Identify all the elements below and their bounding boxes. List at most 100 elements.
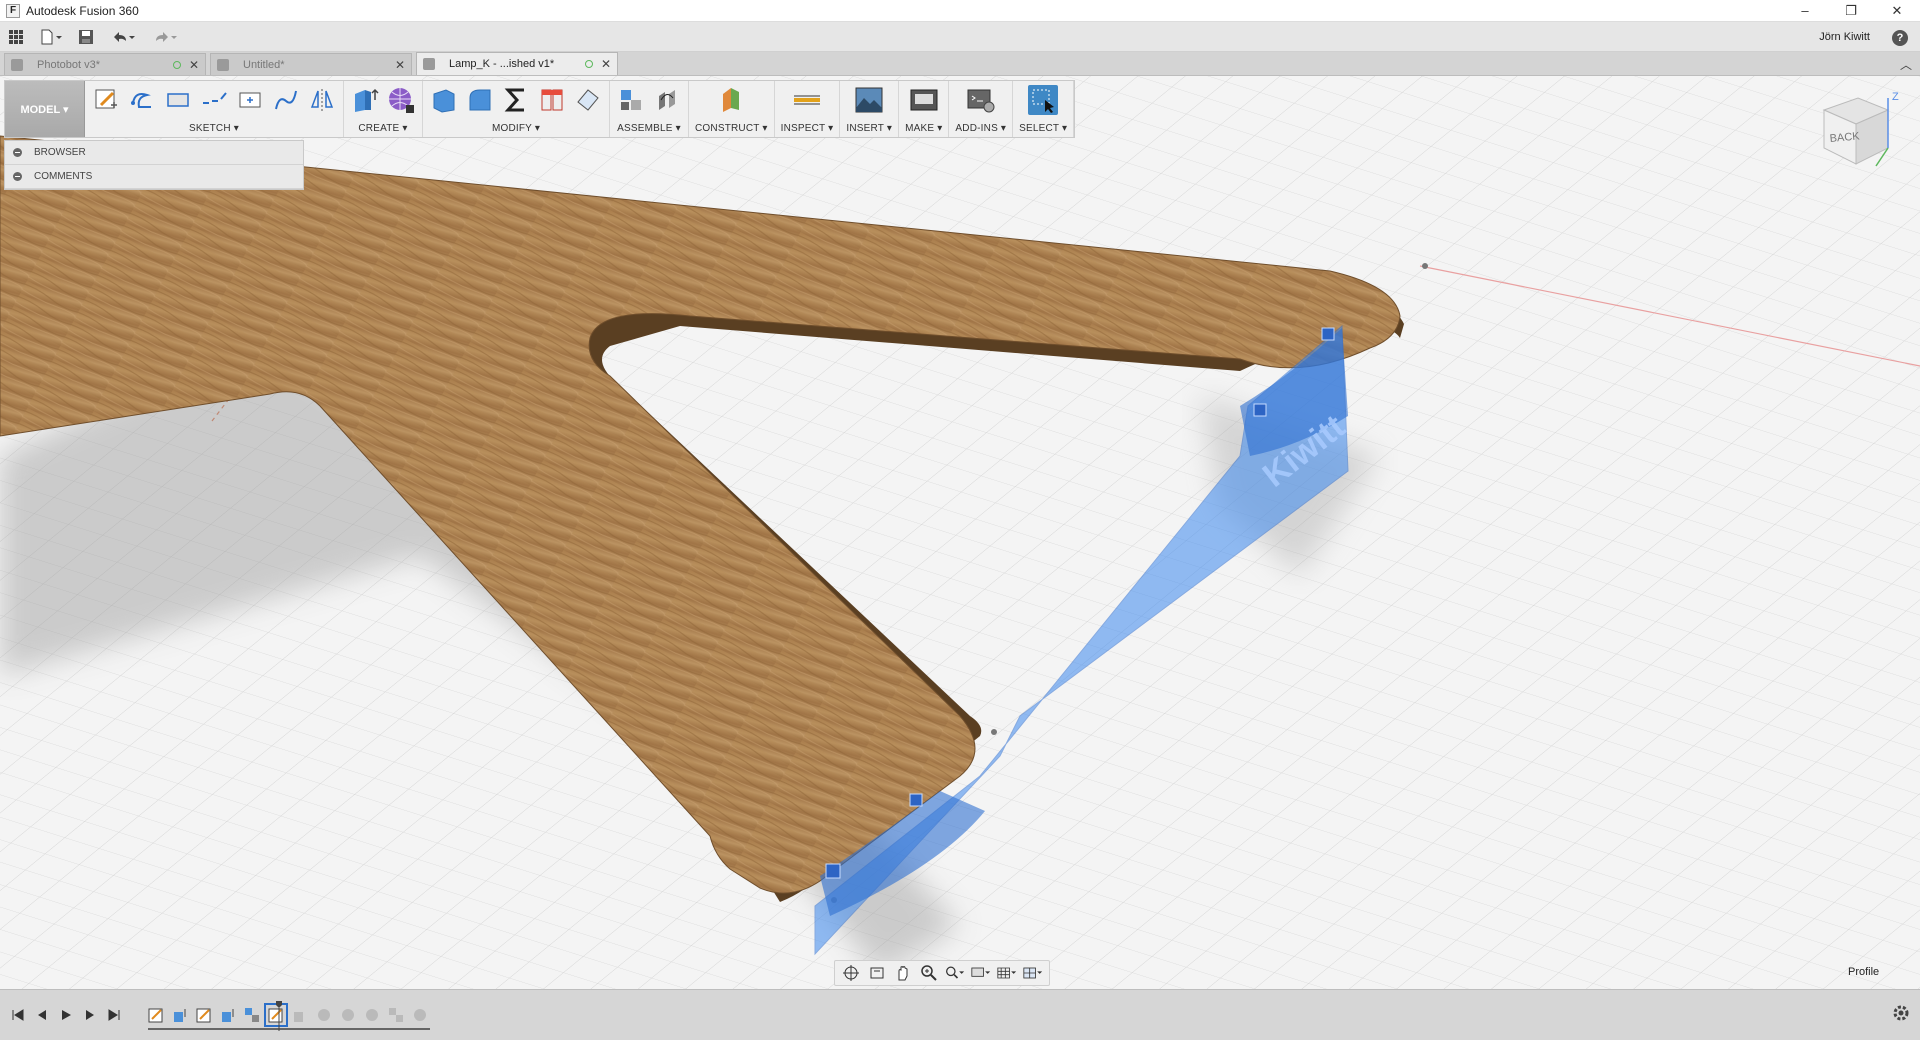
user-account-menu[interactable]: Jörn Kiwitt xyxy=(1809,31,1880,43)
modify-menu[interactable]: MODIFY ▾ xyxy=(492,123,540,134)
quick-access-toolbar: Jörn Kiwitt ? xyxy=(0,22,1920,52)
view-cube[interactable]: BACK Z xyxy=(1810,90,1910,190)
spline-icon[interactable] xyxy=(271,85,301,115)
timeline-suppressed-icon[interactable] xyxy=(362,1005,382,1025)
redo-icon xyxy=(156,31,177,42)
sketch-create-icon[interactable] xyxy=(91,85,121,115)
timeline-suppressed-icon[interactable] xyxy=(314,1005,334,1025)
parameters-icon[interactable] xyxy=(501,85,531,115)
inspect-menu[interactable]: INSPECT ▾ xyxy=(781,123,834,134)
mirror-icon[interactable] xyxy=(307,85,337,115)
insert-menu[interactable]: INSERT ▾ xyxy=(846,123,892,134)
handle-point[interactable] xyxy=(825,863,841,879)
timeline-suppressed-icon[interactable] xyxy=(386,1005,406,1025)
timeline-bar xyxy=(0,989,1920,1040)
rectangle-icon[interactable] xyxy=(163,85,193,115)
grid-settings-icon[interactable] xyxy=(997,963,1017,983)
help-button[interactable]: ? xyxy=(1880,28,1920,46)
doc-tab-lamp[interactable]: Lamp_K - ...ished v1* ✕ xyxy=(416,52,618,75)
handle-point[interactable] xyxy=(909,793,923,807)
orbit-icon[interactable] xyxy=(841,963,861,983)
collapse-ribbon-icon[interactable]: ︿ xyxy=(1900,56,1912,73)
look-at-icon[interactable] xyxy=(867,963,887,983)
scripts-icon[interactable] xyxy=(966,85,996,115)
addins-group: ADD-INS ▾ xyxy=(949,81,1014,137)
timeline-joint-icon[interactable] xyxy=(242,1005,262,1025)
create-menu[interactable]: CREATE ▾ xyxy=(358,123,407,134)
line-icon[interactable] xyxy=(199,85,229,115)
select-menu[interactable]: SELECT ▾ xyxy=(1019,123,1067,134)
close-tab-icon[interactable]: ✕ xyxy=(601,57,611,71)
new-component-icon[interactable] xyxy=(616,85,646,115)
close-window-button[interactable]: ✕ xyxy=(1874,0,1920,22)
canvas-viewport[interactable]: Kiwitt xyxy=(0,76,1920,989)
step-back-button[interactable] xyxy=(30,1003,54,1027)
doc-tab-photobot[interactable]: Photobot v3* ✕ xyxy=(4,53,206,75)
doc-tab-untitled[interactable]: Untitled* ✕ xyxy=(210,53,412,75)
grid-icon xyxy=(9,29,23,44)
pan-icon[interactable] xyxy=(893,963,913,983)
browser-label: BROWSER xyxy=(34,147,86,158)
close-tab-icon[interactable]: ✕ xyxy=(395,58,405,72)
save-button[interactable] xyxy=(70,25,102,49)
form-sphere-icon[interactable] xyxy=(386,85,416,115)
play-button[interactable] xyxy=(54,1003,78,1027)
joint-icon[interactable] xyxy=(652,85,682,115)
comments-header[interactable]: COMMENTS xyxy=(5,165,303,189)
timeline-suppressed-icon[interactable] xyxy=(338,1005,358,1025)
viewports-icon[interactable] xyxy=(1023,963,1043,983)
undo-button[interactable] xyxy=(102,25,144,49)
shell-icon[interactable] xyxy=(573,85,603,115)
sketch-menu[interactable]: SKETCH ▾ xyxy=(189,123,239,134)
fit-icon[interactable] xyxy=(945,963,965,983)
browser-header[interactable]: BROWSER xyxy=(5,141,303,165)
minimize-button[interactable]: – xyxy=(1782,0,1828,22)
measure-icon[interactable] xyxy=(792,85,822,115)
display-settings-icon[interactable] xyxy=(971,963,991,983)
timeline-marker-icon[interactable] xyxy=(276,1001,282,1031)
construct-group: CONSTRUCT ▾ xyxy=(689,81,775,137)
assemble-group: ASSEMBLE ▾ xyxy=(610,81,689,137)
extrude-icon[interactable] xyxy=(350,85,380,115)
restore-button[interactable]: ❐ xyxy=(1828,0,1874,22)
handle-point[interactable] xyxy=(1253,403,1267,417)
collapse-icon[interactable] xyxy=(13,148,22,157)
file-menu-button[interactable] xyxy=(32,25,70,49)
3d-scene[interactable]: Kiwitt xyxy=(0,76,1920,989)
timeline-suppressed-icon[interactable] xyxy=(410,1005,430,1025)
timeline-extrude-icon[interactable] xyxy=(218,1005,238,1025)
press-pull-icon[interactable] xyxy=(429,85,459,115)
selection-status: Profile xyxy=(1848,966,1880,978)
make-print-icon[interactable] xyxy=(909,85,939,115)
plane-icon[interactable] xyxy=(716,85,746,115)
handle-point[interactable] xyxy=(1321,327,1335,341)
insert-image-icon[interactable] xyxy=(854,85,884,115)
addins-menu[interactable]: ADD-INS ▾ xyxy=(955,123,1006,134)
go-to-end-button[interactable] xyxy=(102,1003,126,1027)
fillet-icon[interactable] xyxy=(465,85,495,115)
window-title: Autodesk Fusion 360 xyxy=(26,3,139,18)
redo-button[interactable] xyxy=(144,25,186,49)
close-tab-icon[interactable]: ✕ xyxy=(189,58,199,72)
go-to-start-button[interactable] xyxy=(6,1003,30,1027)
timeline-track[interactable] xyxy=(146,995,430,1035)
timeline-settings-gear-icon[interactable] xyxy=(1892,1004,1910,1027)
construct-menu[interactable]: CONSTRUCT ▾ xyxy=(695,123,768,134)
modify-group: MODIFY ▾ xyxy=(423,81,610,137)
timeline-sketch-icon[interactable] xyxy=(194,1005,214,1025)
zoom-icon[interactable] xyxy=(919,963,939,983)
timeline-suppressed-icon[interactable] xyxy=(290,1005,310,1025)
assemble-menu[interactable]: ASSEMBLE ▾ xyxy=(617,123,681,134)
fusion-app-icon: F xyxy=(6,3,20,18)
arc-icon[interactable] xyxy=(127,85,157,115)
select-icon[interactable] xyxy=(1028,85,1059,115)
make-menu[interactable]: MAKE ▾ xyxy=(905,123,942,134)
workspace-switcher[interactable]: MODEL ▾ xyxy=(5,81,85,137)
collapse-icon[interactable] xyxy=(13,172,22,181)
app-grid-button[interactable] xyxy=(0,25,32,49)
timeline-sketch-icon[interactable] xyxy=(146,1005,166,1025)
timeline-extrude-icon[interactable] xyxy=(170,1005,190,1025)
split-icon[interactable] xyxy=(537,85,567,115)
point-icon[interactable] xyxy=(235,85,265,115)
step-forward-button[interactable] xyxy=(78,1003,102,1027)
